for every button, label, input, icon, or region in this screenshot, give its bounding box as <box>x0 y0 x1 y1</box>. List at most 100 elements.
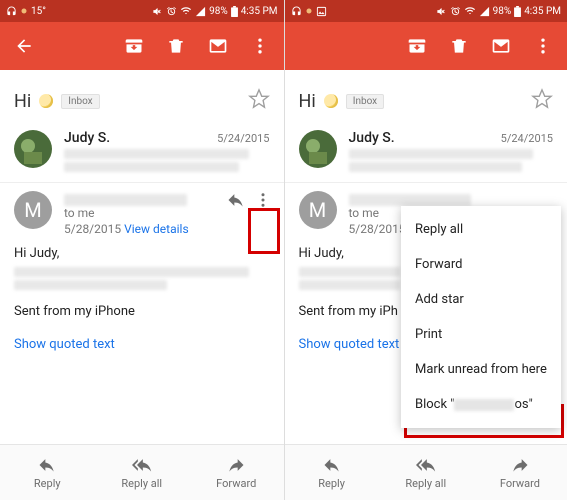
body-redacted <box>14 267 249 277</box>
app-bar <box>0 22 284 70</box>
view-details-link[interactable]: View details <box>124 222 189 236</box>
reply-button[interactable]: Reply <box>0 445 95 500</box>
star-outline-icon <box>531 88 553 110</box>
menu-mark-unread[interactable]: Mark unread from here <box>401 352 561 387</box>
body-greeting: Hi Judy, <box>14 246 270 261</box>
thread-date: 5/24/2015 <box>217 132 269 145</box>
show-quoted-link[interactable]: Show quoted text <box>0 331 284 362</box>
forward-icon <box>226 455 246 475</box>
reply-icon <box>226 190 246 210</box>
reply-all-button[interactable]: Reply all <box>379 445 473 500</box>
message-body: Hi Judy, Sent from my iPhone <box>0 236 284 331</box>
trash-icon <box>449 36 469 56</box>
menu-reply-all[interactable]: Reply all <box>401 212 561 247</box>
thread-date: 5/24/2015 <box>501 132 553 145</box>
more-vert-icon <box>250 36 270 56</box>
battery-icon <box>231 6 238 17</box>
app-bar <box>285 22 567 70</box>
mark-unread-button[interactable] <box>489 34 513 58</box>
overflow-button[interactable] <box>531 34 555 58</box>
menu-add-star[interactable]: Add star <box>401 282 561 317</box>
back-button[interactable] <box>12 34 36 58</box>
preview-line <box>349 149 533 159</box>
reply-button[interactable]: Reply <box>285 445 379 500</box>
preview-line <box>64 149 249 159</box>
archive-icon <box>124 36 144 56</box>
reply-icon-button[interactable] <box>226 190 246 214</box>
bottom-bar: Reply Reply all Forward <box>285 444 567 500</box>
star-button[interactable] <box>531 88 553 114</box>
mail-icon <box>491 36 511 56</box>
status-bar: 15° 98% 4:35 PM <box>0 0 284 22</box>
avatar: M <box>299 191 337 229</box>
sender-name: Judy S. <box>64 130 110 146</box>
mute-icon <box>436 6 447 17</box>
menu-block-sender[interactable]: Block "os" <box>401 387 561 422</box>
subject-text: Hi <box>14 91 31 112</box>
dot-icon <box>306 8 312 14</box>
reply-all-icon <box>415 455 437 475</box>
headset-icon <box>291 6 302 17</box>
reply-icon <box>37 455 57 475</box>
mute-icon <box>152 6 163 17</box>
avatar <box>299 130 337 168</box>
preview-line <box>349 162 523 172</box>
message-date-line: 5/28/2015 View details <box>64 222 270 236</box>
avatar <box>14 130 52 168</box>
status-battery: 98% <box>493 6 512 17</box>
star-button[interactable] <box>248 88 270 114</box>
archive-button[interactable] <box>405 34 429 58</box>
overflow-menu: Reply all Forward Add star Print Mark un… <box>401 206 561 428</box>
wifi-icon <box>464 6 476 17</box>
wifi-icon <box>180 6 192 17</box>
status-time: 4:35 PM <box>241 6 278 17</box>
menu-print[interactable]: Print <box>401 317 561 352</box>
moon-icon <box>324 94 338 108</box>
signal-icon <box>195 6 206 17</box>
trash-icon <box>166 36 186 56</box>
message-overflow-button[interactable] <box>252 187 274 217</box>
moon-icon <box>39 94 53 108</box>
forward-icon <box>510 455 530 475</box>
arrow-left-icon <box>14 36 34 56</box>
status-bar: 98% 4:35 PM <box>285 0 567 22</box>
battery-icon <box>514 6 521 17</box>
preview-line <box>64 162 239 172</box>
archive-button[interactable] <box>122 34 146 58</box>
reply-all-icon <box>131 455 153 475</box>
more-vert-icon <box>533 36 553 56</box>
reply-all-button[interactable]: Reply all <box>95 445 190 500</box>
menu-forward[interactable]: Forward <box>401 247 561 282</box>
reply-icon <box>322 455 342 475</box>
forward-button[interactable]: Forward <box>473 445 567 500</box>
subject-row: Hi Inbox <box>285 70 567 124</box>
message-header: M to me 5/28/2015 View details <box>0 183 284 236</box>
dot-icon <box>21 8 27 14</box>
body-signature: Sent from my iPhone <box>14 304 270 319</box>
subject-row: Hi Inbox <box>0 70 284 124</box>
delete-button[interactable] <box>447 34 471 58</box>
delete-button[interactable] <box>164 34 188 58</box>
overflow-button[interactable] <box>248 34 272 58</box>
status-temp: 15° <box>31 6 46 17</box>
image-icon <box>316 6 327 17</box>
bottom-bar: Reply Reply all Forward <box>0 444 284 500</box>
headset-icon <box>6 6 17 17</box>
mark-unread-button[interactable] <box>206 34 230 58</box>
status-time: 4:35 PM <box>524 6 561 17</box>
inbox-chip: Inbox <box>346 94 384 109</box>
forward-button[interactable]: Forward <box>189 445 284 500</box>
blocked-name-redacted <box>454 399 514 411</box>
thread-item[interactable]: Judy S. 5/24/2015 <box>285 124 567 182</box>
body-redacted <box>299 280 401 290</box>
archive-icon <box>407 36 427 56</box>
body-redacted <box>299 267 401 277</box>
thread-item[interactable]: Judy S. 5/24/2015 <box>0 124 284 182</box>
mail-icon <box>208 36 228 56</box>
inbox-chip: Inbox <box>61 94 99 109</box>
sender-name: Judy S. <box>349 130 395 146</box>
screenshot-right: 98% 4:35 PM Hi Inbox Judy S. 5/24/2015 <box>284 0 567 500</box>
more-vert-icon <box>254 191 272 209</box>
subject-text: Hi <box>299 91 316 112</box>
body-redacted <box>14 280 167 290</box>
